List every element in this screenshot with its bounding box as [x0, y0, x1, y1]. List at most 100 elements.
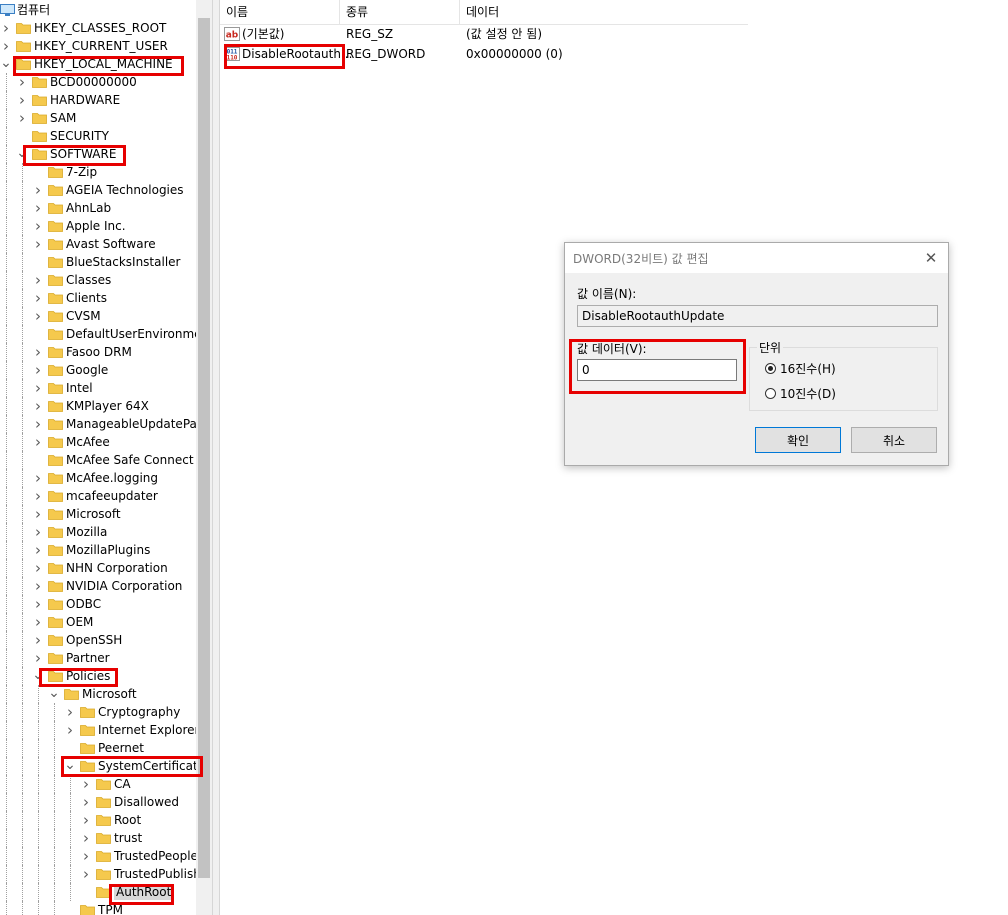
- tree-item[interactable]: › Classes: [0, 271, 196, 289]
- chevron-right-icon[interactable]: ›: [32, 361, 44, 379]
- chevron-right-icon[interactable]: ›: [16, 91, 28, 109]
- tree-item[interactable]: Peernet: [0, 739, 196, 757]
- tree-item[interactable]: › OEM: [0, 613, 196, 631]
- chevron-right-icon[interactable]: ›: [32, 433, 44, 451]
- tree-item[interactable]: › Avast Software: [0, 235, 196, 253]
- chevron-right-icon[interactable]: ›: [32, 487, 44, 505]
- chevron-right-icon[interactable]: ›: [32, 379, 44, 397]
- tree-item[interactable]: › McAfee: [0, 433, 196, 451]
- chevron-right-icon[interactable]: ›: [32, 595, 44, 613]
- tree-item[interactable]: › AGEIA Technologies: [0, 181, 196, 199]
- value-data-input[interactable]: 0: [577, 359, 737, 381]
- chevron-right-icon[interactable]: ›: [32, 415, 44, 433]
- tree-item[interactable]: › TrustedPublishe: [0, 865, 196, 883]
- chevron-right-icon[interactable]: ›: [32, 235, 44, 253]
- chevron-right-icon[interactable]: ›: [80, 829, 92, 847]
- tree-item[interactable]: AuthRoot: [0, 883, 196, 901]
- tree-item[interactable]: ⌄ Policies: [0, 667, 196, 685]
- chevron-right-icon[interactable]: ›: [32, 289, 44, 307]
- chevron-right-icon[interactable]: ›: [32, 613, 44, 631]
- column-header-data[interactable]: 데이터: [460, 0, 748, 24]
- chevron-right-icon[interactable]: ›: [32, 307, 44, 325]
- tree-item[interactable]: 7-Zip: [0, 163, 196, 181]
- tree-item[interactable]: › Root: [0, 811, 196, 829]
- tree-item[interactable]: › HKEY_CURRENT_USER: [0, 37, 196, 55]
- chevron-right-icon[interactable]: ›: [32, 199, 44, 217]
- tree-item[interactable]: ⌄ SOFTWARE: [0, 145, 196, 163]
- chevron-right-icon[interactable]: ›: [32, 397, 44, 415]
- chevron-right-icon[interactable]: ›: [32, 343, 44, 361]
- chevron-right-icon[interactable]: ›: [32, 271, 44, 289]
- chevron-right-icon[interactable]: ›: [64, 721, 76, 739]
- tree-item[interactable]: McAfee Safe Connect: [0, 451, 196, 469]
- chevron-right-icon[interactable]: ›: [0, 37, 12, 55]
- chevron-right-icon[interactable]: ›: [0, 19, 12, 37]
- chevron-right-icon[interactable]: ›: [16, 109, 28, 127]
- edit-dword-dialog[interactable]: DWORD(32비트) 값 편집 ✕ 값 이름(N): DisableRoota…: [564, 242, 949, 466]
- tree-item[interactable]: › SAM: [0, 109, 196, 127]
- tree-item[interactable]: › Mozilla: [0, 523, 196, 541]
- tree-item[interactable]: › HKEY_CLASSES_ROOT: [0, 19, 196, 37]
- chevron-right-icon[interactable]: ›: [80, 793, 92, 811]
- radio-hex-dot[interactable]: [765, 362, 776, 374]
- cancel-button[interactable]: 취소: [851, 427, 937, 453]
- chevron-right-icon[interactable]: ›: [32, 541, 44, 559]
- radio-hex[interactable]: 16진수(H): [765, 360, 836, 376]
- chevron-right-icon[interactable]: ›: [16, 73, 28, 91]
- chevron-right-icon[interactable]: ›: [64, 703, 76, 721]
- tree-item[interactable]: BlueStacksInstaller: [0, 253, 196, 271]
- tree-item[interactable]: › OpenSSH: [0, 631, 196, 649]
- chevron-right-icon[interactable]: ›: [32, 523, 44, 541]
- tree-item[interactable]: › CA: [0, 775, 196, 793]
- value-name-field[interactable]: DisableRootauthUpdate: [577, 305, 938, 327]
- tree-item[interactable]: › Cryptography: [0, 703, 196, 721]
- chevron-down-icon[interactable]: ⌄: [32, 667, 44, 685]
- dialog-titlebar[interactable]: DWORD(32비트) 값 편집 ✕: [565, 243, 948, 273]
- registry-tree[interactable]: 컴퓨터 › HKEY_CLASSES_ROOT › HKEY_CURRENT_USER ⌄…: [0, 0, 212, 915]
- chevron-down-icon[interactable]: ⌄: [48, 685, 60, 703]
- tree-item[interactable]: › McAfee.logging: [0, 469, 196, 487]
- tree-item[interactable]: › MozillaPlugins: [0, 541, 196, 559]
- tree-item[interactable]: › KMPlayer 64X: [0, 397, 196, 415]
- ok-button[interactable]: 확인: [755, 427, 841, 453]
- tree-item[interactable]: ⌄ Microsoft: [0, 685, 196, 703]
- radio-dec-dot[interactable]: [765, 387, 776, 399]
- chevron-right-icon[interactable]: ›: [80, 775, 92, 793]
- tree-item[interactable]: SECURITY: [0, 127, 196, 145]
- tree-scrollbar-thumb[interactable]: [198, 18, 210, 878]
- chevron-down-icon[interactable]: ⌄: [0, 55, 12, 73]
- tree-item[interactable]: › ManageableUpdatePacka: [0, 415, 196, 433]
- chevron-right-icon[interactable]: ›: [32, 631, 44, 649]
- value-row-default[interactable]: ab (기본값) REG_SZ (값 설정 안 됨): [220, 24, 748, 44]
- tree-item[interactable]: › Intel: [0, 379, 196, 397]
- tree-item[interactable]: › Internet Explorer: [0, 721, 196, 739]
- tree-item[interactable]: › NHN Corporation: [0, 559, 196, 577]
- chevron-right-icon[interactable]: ›: [32, 469, 44, 487]
- chevron-down-icon[interactable]: ⌄: [64, 757, 76, 775]
- tree-scrollbar[interactable]: [196, 0, 212, 915]
- pane-splitter[interactable]: [212, 0, 220, 915]
- chevron-right-icon[interactable]: ›: [32, 577, 44, 595]
- column-header-type[interactable]: 종류: [340, 0, 460, 24]
- chevron-right-icon[interactable]: ›: [32, 181, 44, 199]
- tree-item[interactable]: ⌄ SystemCertificates: [0, 757, 196, 775]
- tree-item[interactable]: › CVSM: [0, 307, 196, 325]
- close-icon[interactable]: ✕: [918, 245, 944, 271]
- tree-item[interactable]: › Fasoo DRM: [0, 343, 196, 361]
- chevron-right-icon[interactable]: ›: [80, 811, 92, 829]
- tree-item[interactable]: › mcafeeupdater: [0, 487, 196, 505]
- tree-item[interactable]: 컴퓨터: [0, 1, 196, 19]
- tree-item[interactable]: › HARDWARE: [0, 91, 196, 109]
- column-header-name[interactable]: 이름: [220, 0, 340, 24]
- chevron-right-icon[interactable]: ›: [80, 847, 92, 865]
- tree-item[interactable]: › Apple Inc.: [0, 217, 196, 235]
- tree-item[interactable]: DefaultUserEnvironment: [0, 325, 196, 343]
- tree-item[interactable]: TPM: [0, 901, 196, 915]
- tree-item[interactable]: › trust: [0, 829, 196, 847]
- tree-item[interactable]: › Google: [0, 361, 196, 379]
- tree-item[interactable]: › NVIDIA Corporation: [0, 577, 196, 595]
- chevron-down-icon[interactable]: ⌄: [16, 145, 28, 163]
- tree-item[interactable]: › Disallowed: [0, 793, 196, 811]
- tree-item[interactable]: ⌄ HKEY_LOCAL_MACHINE: [0, 55, 196, 73]
- value-row-disablerootauth[interactable]: 011 110 DisableRootauth... REG_DWORD 0x0…: [220, 44, 748, 64]
